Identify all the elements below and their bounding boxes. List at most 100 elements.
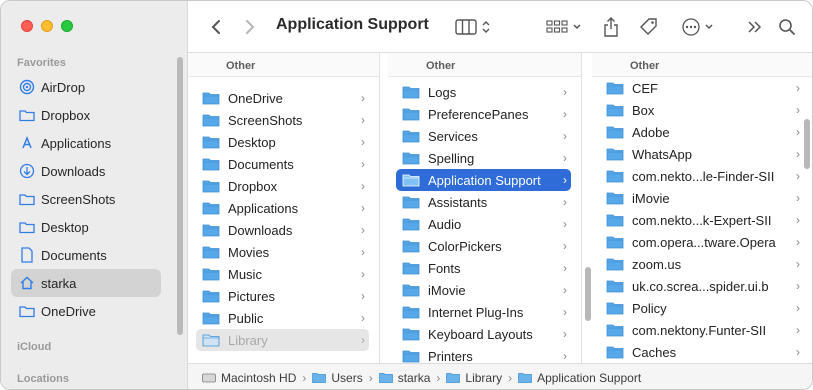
- chevron-right-icon: [246, 20, 255, 34]
- folder-icon: [402, 108, 420, 121]
- column-scrollbar[interactable]: [585, 267, 591, 321]
- list-item[interactable]: Box ›: [600, 99, 804, 121]
- list-item[interactable]: com.opera...tware.Opera ›: [600, 231, 804, 253]
- list-item[interactable]: CEF ›: [600, 77, 804, 99]
- list-item[interactable]: Application Support ›: [396, 169, 571, 191]
- chevron-right-icon: ›: [361, 201, 365, 215]
- chevron-right-icon: ›: [361, 311, 365, 325]
- list-item[interactable]: Music ›: [196, 263, 369, 285]
- folder-icon: [606, 82, 624, 95]
- list-item[interactable]: Caches ›: [600, 341, 804, 363]
- list-item[interactable]: Downloads ›: [196, 219, 369, 241]
- chevron-right-icon: ›: [796, 125, 800, 139]
- list-item[interactable]: com.nekto...k-Expert-SII ›: [600, 209, 804, 231]
- zoom-window-button[interactable]: [61, 20, 73, 32]
- icloud-heading: iCloud: [17, 341, 52, 353]
- list-item[interactable]: iMovie ›: [600, 187, 804, 209]
- sidebar-item-dropbox[interactable]: Dropbox: [11, 101, 161, 129]
- chevron-right-icon: ›: [436, 370, 441, 385]
- path-crumb[interactable]: starka: [378, 371, 430, 385]
- minimize-window-button[interactable]: [41, 20, 53, 32]
- document-icon: [19, 247, 35, 263]
- list-item[interactable]: Services ›: [396, 125, 571, 147]
- list-item[interactable]: Assistants ›: [396, 191, 571, 213]
- list-item[interactable]: Spelling ›: [396, 147, 571, 169]
- list-item[interactable]: Policy ›: [600, 297, 804, 319]
- chevron-right-icon: ›: [796, 279, 800, 293]
- sidebar-item-starka[interactable]: starka: [11, 269, 161, 297]
- list-item-label: Movies: [228, 244, 270, 260]
- list-item[interactable]: ScreenShots ›: [196, 109, 369, 131]
- list-item[interactable]: OneDrive ›: [196, 87, 369, 109]
- chevron-right-icon: ›: [796, 191, 800, 205]
- sidebar-item-applications[interactable]: Applications: [11, 129, 161, 157]
- list-item[interactable]: iMovie ›: [396, 279, 571, 301]
- list-item[interactable]: Library ›: [196, 329, 369, 351]
- tag-button[interactable]: [638, 15, 660, 39]
- list-item[interactable]: PreferencePanes ›: [396, 103, 571, 125]
- column-scrollbar[interactable]: [804, 119, 810, 169]
- list-item[interactable]: Keyboard Layouts ›: [396, 323, 571, 345]
- chevron-right-icon: ›: [796, 81, 800, 95]
- view-mode-button[interactable]: [452, 15, 494, 39]
- chevron-right-icon: ›: [563, 195, 567, 209]
- sidebar-item-screenshots[interactable]: ScreenShots: [11, 185, 161, 213]
- path-crumb-label: Users: [331, 370, 363, 385]
- path-crumb[interactable]: Users: [312, 370, 363, 385]
- share-button[interactable]: [600, 15, 622, 39]
- list-item-label: Internet Plug-Ins: [428, 304, 524, 320]
- folder-icon: [402, 284, 420, 297]
- path-crumb[interactable]: Macintosh HD: [202, 371, 296, 385]
- list-item[interactable]: ColorPickers ›: [396, 235, 571, 257]
- list-item-label: Public: [228, 310, 264, 326]
- toolbar-overflow-button[interactable]: [744, 15, 766, 39]
- close-window-button[interactable]: [21, 20, 33, 32]
- list-item[interactable]: Pictures ›: [196, 285, 369, 307]
- list-item[interactable]: com.nekto...le-Finder-SII ›: [600, 165, 804, 187]
- folder-icon: [606, 302, 624, 315]
- favorites-heading: Favorites: [17, 57, 66, 69]
- search-icon: [779, 19, 795, 35]
- search-button[interactable]: [776, 15, 798, 39]
- list-item[interactable]: Public ›: [196, 307, 369, 329]
- list-item[interactable]: Applications ›: [196, 197, 369, 219]
- list-item[interactable]: Movies ›: [196, 241, 369, 263]
- action-button[interactable]: [678, 15, 718, 39]
- sidebar-item-airdrop[interactable]: AirDrop: [11, 73, 161, 101]
- list-item[interactable]: Logs ›: [396, 81, 571, 103]
- list-item[interactable]: Internet Plug-Ins ›: [396, 301, 571, 323]
- path-crumb[interactable]: Library: [446, 371, 502, 385]
- list-item[interactable]: Desktop ›: [196, 131, 369, 153]
- sidebar-scrollbar[interactable]: [177, 57, 183, 335]
- folder-icon: [202, 180, 220, 193]
- list-item[interactable]: Printers ›: [396, 345, 571, 363]
- list-item[interactable]: com.nektony.Funter-SII ›: [600, 319, 804, 341]
- home-icon: [19, 275, 35, 291]
- folder-icon: [312, 373, 327, 383]
- list-item[interactable]: WhatsApp ›: [600, 143, 804, 165]
- list-item[interactable]: Adobe ›: [600, 121, 804, 143]
- chevron-right-icon: ›: [563, 85, 567, 99]
- sidebar-item-desktop[interactable]: Desktop: [11, 213, 161, 241]
- list-item[interactable]: uk.co.screa...spider.ui.b ›: [600, 275, 804, 297]
- list-item-label: Audio: [428, 216, 462, 232]
- back-button[interactable]: [206, 15, 226, 39]
- sidebar-item-onedrive[interactable]: OneDrive: [11, 297, 161, 325]
- list-item[interactable]: Audio ›: [396, 213, 571, 235]
- group-button[interactable]: [544, 15, 584, 39]
- forward-button[interactable]: [240, 15, 260, 39]
- list-item[interactable]: zoom.us ›: [600, 253, 804, 275]
- sidebar-item-downloads[interactable]: Downloads: [11, 157, 161, 185]
- list-item[interactable]: Dropbox ›: [196, 175, 369, 197]
- sidebar-item-label: Downloads: [41, 163, 106, 179]
- chevron-right-icon: ›: [361, 267, 365, 281]
- list-item[interactable]: Fonts ›: [396, 257, 571, 279]
- list-item-label: Application Support: [428, 172, 541, 188]
- sidebar-item-documents[interactable]: Documents: [11, 241, 161, 269]
- list-item[interactable]: Documents ›: [196, 153, 369, 175]
- list-item-label: Caches: [632, 344, 677, 360]
- sidebar-item-label: Desktop: [41, 219, 89, 235]
- list-item-label: WhatsApp: [632, 146, 692, 162]
- path-crumb[interactable]: Application Support: [518, 371, 641, 385]
- list-item-label: Downloads: [228, 222, 293, 238]
